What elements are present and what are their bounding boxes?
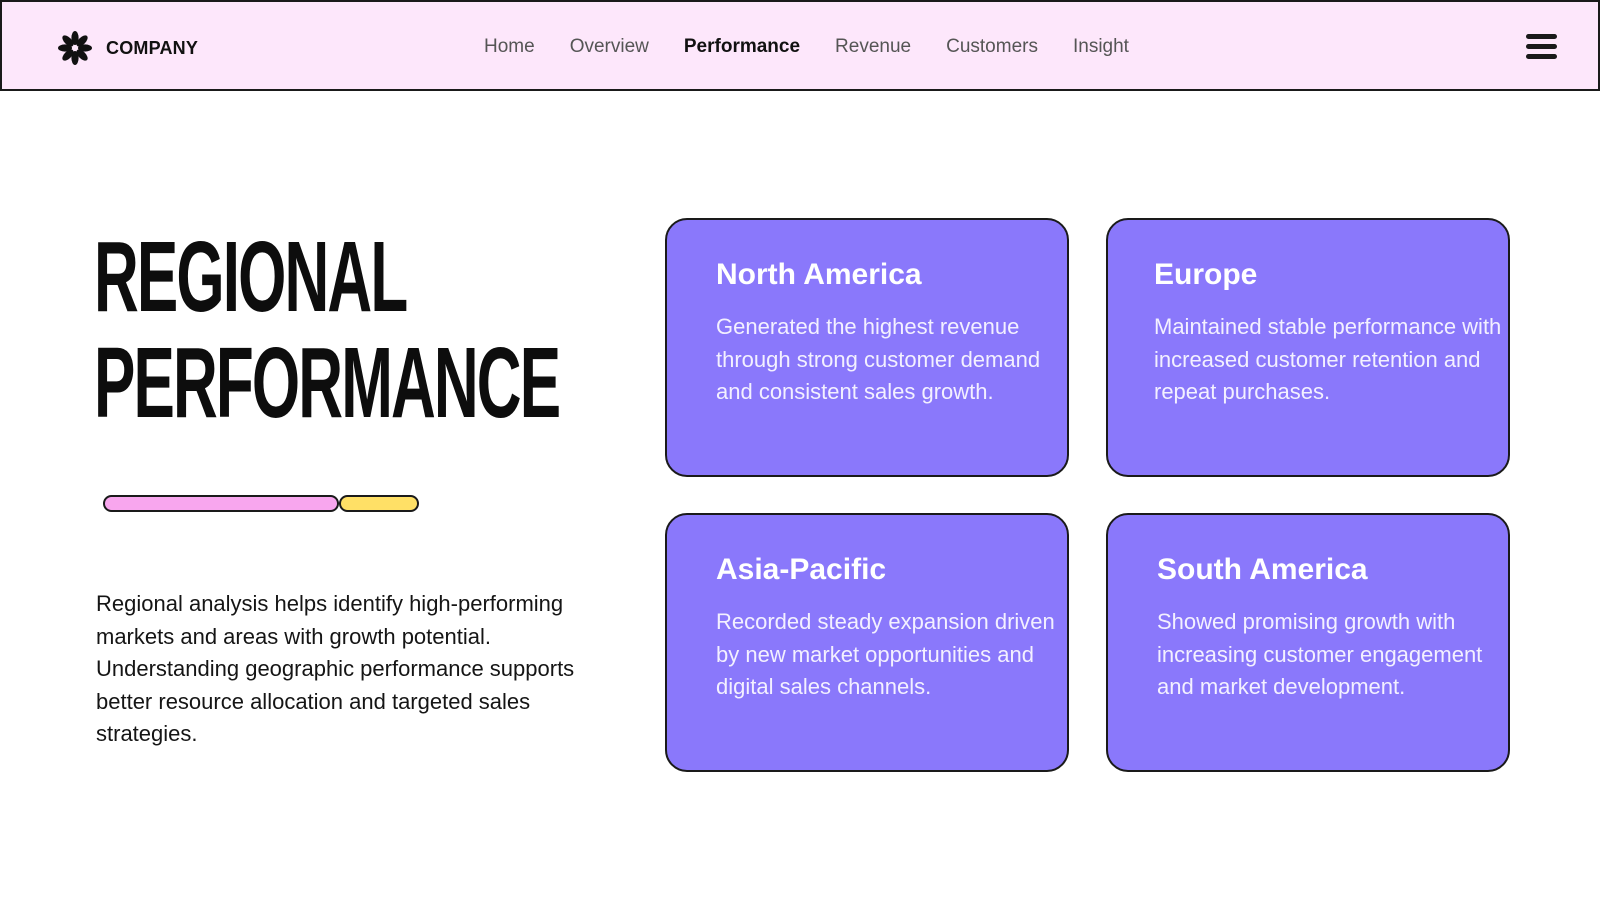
region-card-title: North America bbox=[716, 258, 922, 291]
page-title: REGIONAL PERFORMANCE bbox=[94, 221, 561, 439]
region-card-text: Maintained stable performance with incre… bbox=[1154, 314, 1502, 404]
brand-name: COMPANY bbox=[106, 37, 199, 58]
region-card-text: Generated the highest revenue through st… bbox=[716, 314, 1041, 404]
region-card-text: Showed promising growth with increasing … bbox=[1157, 609, 1483, 699]
region-card-title: South America bbox=[1157, 553, 1368, 586]
region-card-asia-pacific: Asia-Pacific Recorded steady expansion d… bbox=[665, 513, 1069, 772]
nav-home[interactable]: Home bbox=[484, 36, 535, 58]
region-card-title: Asia-Pacific bbox=[716, 553, 887, 586]
nav-overview[interactable]: Overview bbox=[570, 36, 649, 58]
hamburger-menu-icon[interactable] bbox=[1526, 34, 1558, 62]
region-card-title: Europe bbox=[1154, 258, 1258, 291]
nav-revenue[interactable]: Revenue bbox=[835, 36, 911, 58]
main-nav: Home Overview Performance Revenue Custom… bbox=[484, 36, 1164, 58]
top-navbar: COMPANY Home Overview Performance Revenu… bbox=[0, 0, 1600, 91]
nav-performance[interactable]: Performance bbox=[684, 36, 800, 58]
intro-description: Regional analysis helps identify high-pe… bbox=[96, 591, 575, 746]
brand-logo[interactable]: COMPANY bbox=[56, 30, 198, 66]
nav-customers[interactable]: Customers bbox=[946, 36, 1038, 58]
nav-insight[interactable]: Insight bbox=[1073, 36, 1129, 58]
region-card-text: Recorded steady expansion driven by new … bbox=[716, 609, 1055, 699]
page-title-line-1: REGIONAL bbox=[94, 221, 408, 333]
region-card-north-america: North America Generated the highest reve… bbox=[665, 218, 1069, 477]
flower-icon bbox=[58, 31, 92, 65]
region-card-south-america: South America Showed promising growth wi… bbox=[1106, 513, 1510, 772]
accent-bar-pink bbox=[103, 495, 339, 512]
page-title-line-2: PERFORMANCE bbox=[94, 327, 561, 439]
accent-bar-yellow bbox=[339, 495, 419, 512]
region-card-europe: Europe Maintained stable performance wit… bbox=[1106, 218, 1510, 477]
